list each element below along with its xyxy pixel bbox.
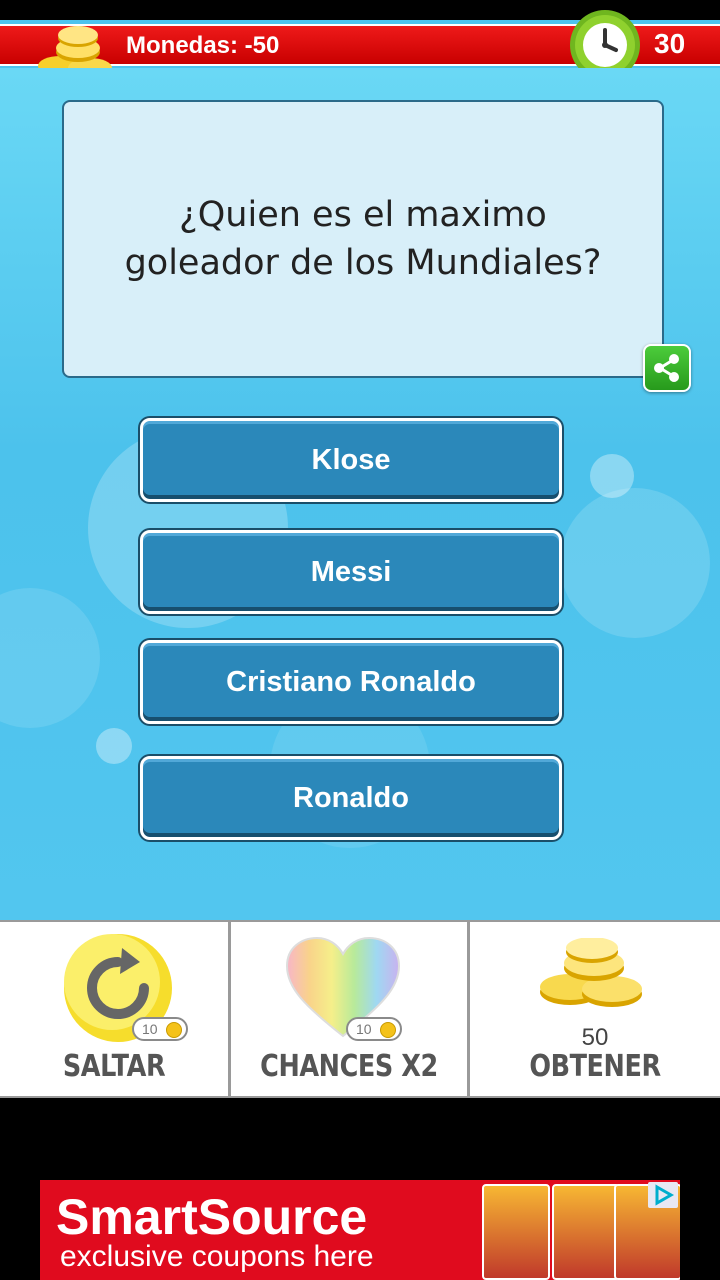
double-cost-badge: 10 (346, 1017, 402, 1041)
skip-label: SALTAR (62, 1049, 166, 1084)
product-image (552, 1184, 620, 1280)
bokeh-decoration (0, 588, 100, 728)
coin-stack-icon (540, 938, 642, 1007)
share-icon (654, 354, 679, 382)
ad-tagline: exclusive coupons here (60, 1240, 374, 1273)
double-cost-value: 10 (356, 1021, 372, 1037)
bokeh-decoration (590, 454, 634, 498)
coin-icon (380, 1022, 396, 1038)
double-chance-button[interactable]: 10 CHANCES X2 (231, 922, 467, 1096)
skip-cost-value: 10 (142, 1021, 158, 1037)
answer-button-2[interactable]: Messi (140, 530, 562, 614)
coin-icon (166, 1022, 182, 1038)
get-coins-button[interactable]: 50 OBTENER (470, 922, 720, 1096)
get-coins-label: OBTENER (529, 1049, 661, 1084)
skip-button[interactable]: 10 SALTAR (0, 922, 228, 1096)
adchoices-icon[interactable] (648, 1182, 678, 1208)
skip-cost-badge: 10 (132, 1017, 188, 1041)
coins-amount: 50 (581, 1024, 609, 1051)
share-button[interactable] (643, 344, 691, 392)
answer-button-3[interactable]: Cristiano Ronaldo (140, 640, 562, 724)
ad-brand: SmartSource (56, 1189, 368, 1245)
bokeh-decoration (560, 488, 710, 638)
coins-balance: Monedas: -50 (126, 32, 280, 59)
timer-value: 30 (654, 28, 686, 59)
powerup-bar: 10 SALTAR 10 CHANCES X2 50 OBTENER (0, 920, 720, 1098)
ad-banner[interactable]: SmartSource exclusive coupons here (40, 1180, 680, 1280)
double-chance-label: CHANCES X2 (260, 1049, 438, 1084)
answer-button-4[interactable]: Ronaldo (140, 756, 562, 840)
answer-button-1[interactable]: Klose (140, 418, 562, 502)
question-card: ¿Quien es el maximo goleador de los Mund… (62, 100, 664, 378)
product-image (482, 1184, 550, 1280)
bokeh-decoration (96, 728, 132, 764)
question-text: ¿Quien es el maximo goleador de los Mund… (124, 195, 602, 283)
game-area: ¿Quien es el maximo goleador de los Mund… (0, 68, 720, 920)
